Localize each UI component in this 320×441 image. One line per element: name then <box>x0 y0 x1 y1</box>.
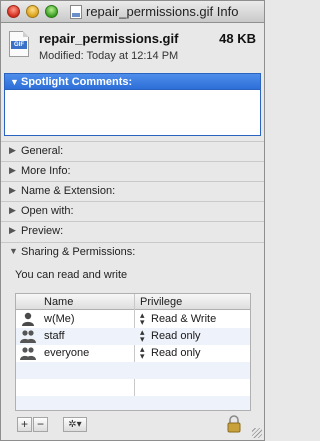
file-size: 48 KB <box>219 31 256 46</box>
add-user-button[interactable]: + <box>17 417 32 432</box>
title-bar[interactable]: repair_permissions.gif Info <box>1 1 264 23</box>
permissions-table: Name Privilege w(Me) ▴ ▾ Read & Write sta… <box>15 293 251 411</box>
modified-date: Modified: Today at 12:14 PM <box>39 50 179 62</box>
privilege-value[interactable]: Read only <box>151 330 201 342</box>
permission-summary: You can read and write <box>15 269 128 281</box>
section-sharing-permissions[interactable]: ▼ Sharing & Permissions: <box>1 242 264 261</box>
close-button[interactable] <box>7 5 20 18</box>
section-name-extension[interactable]: ▶ Name & Extension: <box>1 181 264 200</box>
privilege-value[interactable]: Read & Write <box>151 313 216 325</box>
remove-user-button[interactable]: − <box>33 417 48 432</box>
info-window: repair_permissions.gif Info GIF repair_p… <box>0 0 265 441</box>
section-general[interactable]: ▶ General: <box>1 141 264 160</box>
action-menu-button[interactable]: ✲▾ <box>63 417 87 432</box>
disclosure-open-icon[interactable]: ▼ <box>9 246 18 256</box>
section-label: Sharing & Permissions: <box>21 246 136 258</box>
section-label: Name & Extension: <box>21 185 116 197</box>
file-type-tag: GIF <box>11 41 27 49</box>
table-row[interactable]: everyone ▴ ▾ Read only <box>16 345 250 362</box>
spotlight-comments-label: Spotlight Comments: <box>21 76 133 88</box>
section-label: Open with: <box>21 205 74 217</box>
table-row-empty <box>16 396 250 410</box>
section-open-with[interactable]: ▶ Open with: <box>1 201 264 220</box>
user-name: everyone <box>44 347 90 359</box>
user-name: staff <box>44 330 65 342</box>
disclosure-closed-icon[interactable]: ▶ <box>9 205 16 216</box>
spotlight-comments-field[interactable] <box>4 90 261 136</box>
section-label: More Info: <box>21 165 71 177</box>
table-row[interactable]: staff ▴ ▾ Read only <box>16 328 250 345</box>
user-name: w(Me) <box>44 313 75 325</box>
table-header: Name Privilege <box>16 294 250 310</box>
table-row[interactable]: w(Me) ▴ ▾ Read & Write <box>16 311 250 328</box>
document-proxy-icon[interactable] <box>70 5 82 19</box>
section-label: General: <box>21 145 64 157</box>
lock-icon[interactable] <box>227 415 241 433</box>
disclosure-closed-icon[interactable]: ▶ <box>9 185 16 196</box>
file-name: repair_permissions.gif <box>39 31 179 46</box>
privilege-popup-arrows-icon[interactable]: ▴ ▾ <box>140 328 145 344</box>
group-icon <box>20 347 36 360</box>
column-header-name[interactable]: Name <box>44 296 73 308</box>
disclosure-closed-icon[interactable]: ▶ <box>9 225 16 236</box>
window-title: repair_permissions.gif Info <box>86 4 239 19</box>
column-header-privilege[interactable]: Privilege <box>140 296 182 308</box>
minimize-button[interactable] <box>26 5 39 18</box>
zoom-button[interactable] <box>45 5 58 18</box>
resize-grip[interactable] <box>252 428 262 438</box>
disclosure-closed-icon[interactable]: ▶ <box>9 145 16 156</box>
section-preview[interactable]: ▶ Preview: <box>1 221 264 240</box>
group-icon <box>20 330 36 343</box>
privilege-popup-arrows-icon[interactable]: ▴ ▾ <box>140 345 145 361</box>
single-user-icon <box>22 312 34 326</box>
gif-file-icon: GIF <box>9 31 29 57</box>
privilege-popup-arrows-icon[interactable]: ▴ ▾ <box>140 311 145 327</box>
table-row-empty <box>16 362 250 379</box>
disclosure-closed-icon[interactable]: ▶ <box>9 165 16 176</box>
section-more-info[interactable]: ▶ More Info: <box>1 161 264 180</box>
disclosure-open-icon[interactable]: ▼ <box>10 77 19 87</box>
spotlight-comments-header[interactable]: ▼ Spotlight Comments: <box>4 73 261 90</box>
privilege-value[interactable]: Read only <box>151 347 201 359</box>
info-header: GIF repair_permissions.gif 48 KB Modifie… <box>1 24 264 72</box>
section-label: Preview: <box>21 225 64 237</box>
